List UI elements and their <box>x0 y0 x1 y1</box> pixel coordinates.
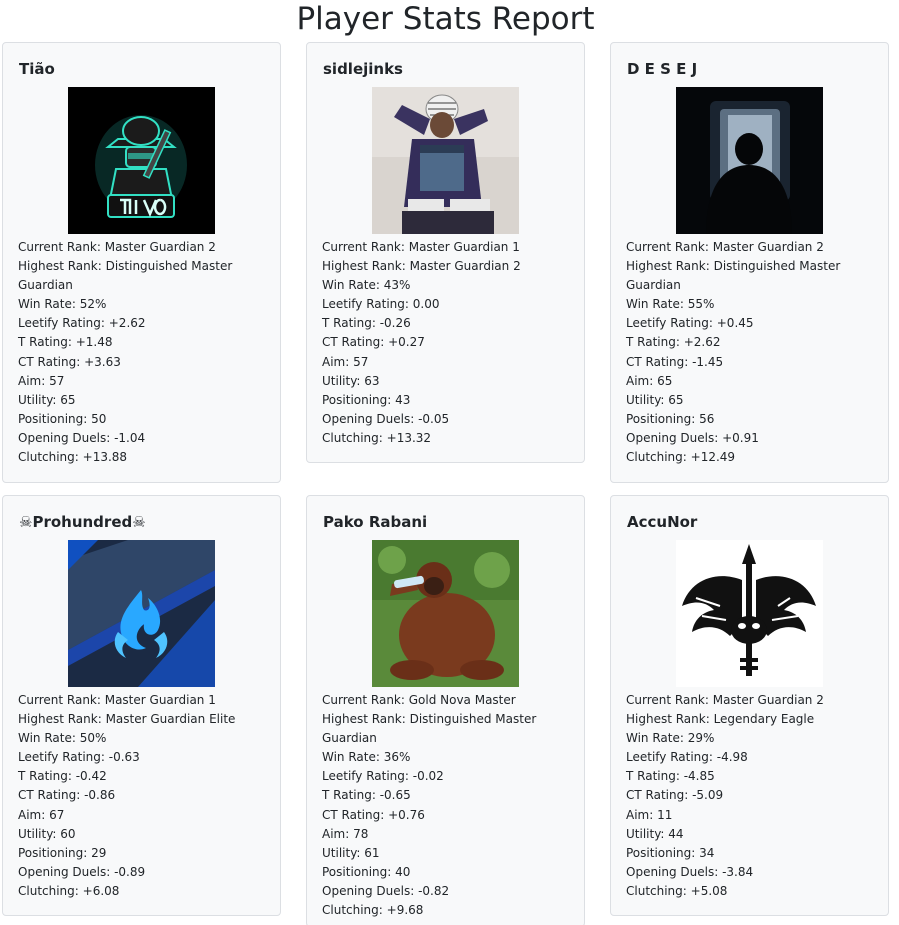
blue-flame-logo-icon <box>68 540 215 687</box>
stat-positioning: Positioning: 34 <box>626 845 715 860</box>
player-card: D E S E J Current Rank: Master Guardian … <box>610 42 889 483</box>
stat-clutching: Clutching: +13.88 <box>18 450 128 465</box>
stat-leetify-rating: Leetify Rating: +2.62 <box>18 316 146 331</box>
stat-ct-rating: CT Rating: +0.76 <box>322 807 425 822</box>
player-name: AccuNor <box>627 513 698 531</box>
stat-utility: Utility: 63 <box>322 373 380 388</box>
stat-win-rate: Win Rate: 50% <box>18 731 107 746</box>
stat-win-rate: Win Rate: 36% <box>322 750 411 765</box>
player-name: ☠Prohundred☠ <box>19 513 265 531</box>
stat-current-rank: Current Rank: Gold Nova Master <box>322 693 516 707</box>
stat-aim: Aim: 11 <box>626 807 673 822</box>
stat-current-rank: Current Rank: Master Guardian 1 <box>322 240 520 254</box>
stat-utility: Utility: 65 <box>626 392 684 407</box>
stat-highest-rank: Highest Rank: Master Guardian Elite <box>18 712 236 727</box>
stat-opening-duels: Opening Duels: -0.89 <box>18 864 146 879</box>
stat-utility: Utility: 61 <box>322 845 380 860</box>
stat-t-rating: T Rating: -0.65 <box>322 788 411 803</box>
stat-clutching: Clutching: +13.32 <box>322 430 432 445</box>
stat-leetify-rating: Leetify Rating: -0.63 <box>18 750 140 765</box>
stat-clutching: Clutching: +9.68 <box>322 903 424 918</box>
stat-opening-duels: Opening Duels: +0.91 <box>626 430 759 445</box>
player-name: Pako Rabani <box>323 513 428 531</box>
stat-highest-rank: Highest Rank: Distinguished Master Guard… <box>18 259 233 293</box>
stat-current-rank: Current Rank: Master Guardian 2 <box>626 240 824 254</box>
stat-aim: Aim: 57 <box>322 354 369 369</box>
stat-opening-duels: Opening Duels: -0.05 <box>322 411 450 426</box>
dark-silhouette-doorway-icon <box>676 87 823 234</box>
person-saluting-photo-icon <box>372 87 519 234</box>
stat-t-rating: T Rating: +1.48 <box>18 335 113 350</box>
stat-utility: Utility: 60 <box>18 826 76 841</box>
stat-win-rate: Win Rate: 52% <box>18 297 107 312</box>
orangutan-photo-icon <box>372 540 519 687</box>
skull-icon: ☠ <box>19 513 33 531</box>
stat-clutching: Clutching: +6.08 <box>18 883 120 898</box>
stat-t-rating: T Rating: -0.42 <box>18 769 107 784</box>
stat-ct-rating: CT Rating: -0.86 <box>18 788 116 803</box>
stat-aim: Aim: 57 <box>18 373 65 388</box>
stat-utility: Utility: 44 <box>626 826 684 841</box>
stat-leetify-rating: Leetify Rating: -4.98 <box>626 750 748 765</box>
stat-opening-duels: Opening Duels: -0.82 <box>322 883 450 898</box>
stat-leetify-rating: Leetify Rating: 0.00 <box>322 297 440 312</box>
stat-ct-rating: CT Rating: +0.27 <box>322 335 425 350</box>
stat-clutching: Clutching: +5.08 <box>626 883 728 898</box>
stat-clutching: Clutching: +12.49 <box>626 450 736 465</box>
player-card: Tião Current Rank: Master Guardian 2 Hig… <box>2 42 281 483</box>
player-card: Pako Rabani Current Rank: Gold Nova Mast… <box>306 495 585 925</box>
stat-aim: Aim: 65 <box>626 373 673 388</box>
stat-highest-rank: Highest Rank: Master Guardian 2 <box>322 259 521 274</box>
stat-highest-rank: Highest Rank: Legendary Eagle <box>626 712 815 727</box>
stat-t-rating: T Rating: -4.85 <box>626 769 715 784</box>
stat-aim: Aim: 78 <box>322 826 369 841</box>
winged-spear-emblem-icon <box>676 540 823 687</box>
stat-ct-rating: CT Rating: +3.63 <box>18 354 121 369</box>
stat-positioning: Positioning: 43 <box>322 392 411 407</box>
stat-current-rank: Current Rank: Master Guardian 1 <box>18 693 216 707</box>
stat-leetify-rating: Leetify Rating: -0.02 <box>322 769 444 784</box>
page-title: Player Stats Report <box>296 1 595 37</box>
stat-ct-rating: CT Rating: -5.09 <box>626 788 724 803</box>
stat-positioning: Positioning: 29 <box>18 845 107 860</box>
player-card: ☠Prohundred☠ Current Rank: Master Guardi… <box>2 495 281 916</box>
player-name: sidlejinks <box>323 60 403 78</box>
player-card: AccuNor Current Rank: Master Guardian 2 … <box>610 495 889 916</box>
stat-t-rating: T Rating: -0.26 <box>322 316 411 331</box>
stat-highest-rank: Highest Rank: Distinguished Master Guard… <box>322 712 537 746</box>
stat-opening-duels: Opening Duels: -1.04 <box>18 430 146 445</box>
stat-utility: Utility: 65 <box>18 392 76 407</box>
stat-leetify-rating: Leetify Rating: +0.45 <box>626 316 754 331</box>
player-name-text: Prohundred <box>32 513 133 531</box>
player-name: Tião <box>19 60 55 78</box>
stat-t-rating: T Rating: +2.62 <box>626 335 721 350</box>
stat-aim: Aim: 67 <box>18 807 65 822</box>
player-card: sidlejinks Current Rank: Master Guardian… <box>306 42 585 463</box>
stat-highest-rank: Highest Rank: Distinguished Master Guard… <box>626 259 841 293</box>
player-name: D E S E J <box>627 60 698 78</box>
stat-current-rank: Current Rank: Master Guardian 2 <box>626 693 824 707</box>
stat-positioning: Positioning: 40 <box>322 864 411 879</box>
stat-positioning: Positioning: 50 <box>18 411 107 426</box>
stat-positioning: Positioning: 56 <box>626 411 715 426</box>
stat-win-rate: Win Rate: 29% <box>626 731 715 746</box>
stat-current-rank: Current Rank: Master Guardian 2 <box>18 240 216 254</box>
masked-gunman-logo-icon <box>68 87 215 234</box>
stat-opening-duels: Opening Duels: -3.84 <box>626 864 754 879</box>
stat-win-rate: Win Rate: 55% <box>626 297 715 312</box>
stat-ct-rating: CT Rating: -1.45 <box>626 354 724 369</box>
skull-icon: ☠ <box>132 513 146 531</box>
stat-win-rate: Win Rate: 43% <box>322 278 411 293</box>
